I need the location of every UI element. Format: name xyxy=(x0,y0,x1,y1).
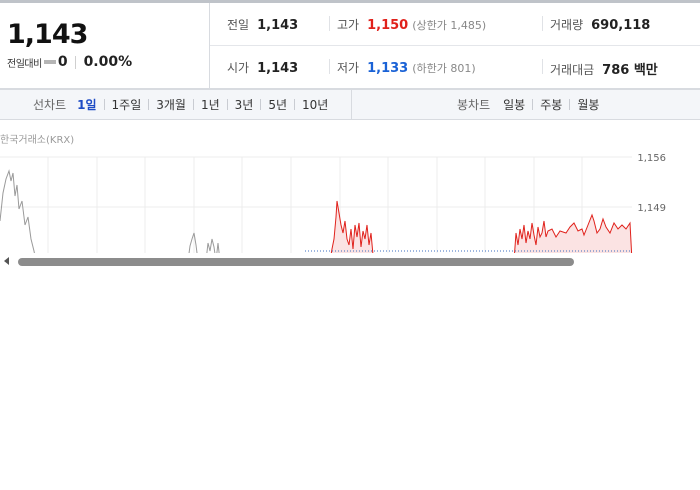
prev-close-value: 1,143 xyxy=(257,18,299,33)
scroll-thumb[interactable] xyxy=(18,258,574,266)
open-value: 1,143 xyxy=(257,61,299,76)
period-1-day[interactable]: 1일 xyxy=(77,96,96,113)
low-cell: 저가 1,133 (하한가 801) xyxy=(337,59,476,76)
candle-daily[interactable]: 일봉 xyxy=(503,96,525,113)
high-value: 1,150 xyxy=(367,18,409,33)
period-10-years[interactable]: 10년 xyxy=(302,96,328,113)
volume-value: 690,118 xyxy=(591,18,651,33)
current-price-panel: 1,143 전일대비 0 0.00% xyxy=(0,3,210,89)
y-tick-label: 1,156 xyxy=(637,153,666,164)
divider xyxy=(532,99,534,110)
line-chart-label: 선차트 xyxy=(33,98,67,112)
low-value: 1,133 xyxy=(367,61,409,76)
divider xyxy=(226,99,228,110)
stats-row-1: 전일 1,143 고가 1,150 (상한가 1,485) 거래량 690,11… xyxy=(210,3,700,46)
volume-label: 거래량 xyxy=(550,18,584,32)
y-tick-label: 1,149 xyxy=(637,203,666,214)
current-price: 1,143 xyxy=(7,19,88,50)
chart-series xyxy=(0,169,633,261)
change-row: 전일대비 0 0.00% xyxy=(7,54,132,70)
candle-weekly[interactable]: 주봉 xyxy=(540,96,562,113)
divider xyxy=(569,99,571,110)
chart-canvas: 1,1561,1491,143 xyxy=(0,153,666,261)
candle-chart-label: 봉차트 xyxy=(457,98,491,112)
low-label: 저가 xyxy=(337,61,360,75)
change-rate: 0.00% xyxy=(83,54,133,70)
price-stats: 전일 1,143 고가 1,150 (상한가 1,485) 거래량 690,11… xyxy=(210,3,700,89)
toolbar-divider xyxy=(351,90,352,119)
change-label: 전일대비 xyxy=(7,58,42,70)
column-divider xyxy=(329,16,330,31)
line-chart-periods: 선차트 1일 1주일 3개월 1년 3년 5년 10년 xyxy=(33,90,328,119)
period-5-years[interactable]: 5년 xyxy=(268,96,287,113)
chart-toolbar: 선차트 1일 1주일 3개월 1년 3년 5년 10년 봉차트 일봉 주봉 월봉 xyxy=(0,89,700,120)
prev-close-label: 전일 xyxy=(227,18,250,32)
scroll-left-arrow-icon[interactable] xyxy=(4,257,9,265)
chart-source: 한국거래소(KRX) xyxy=(0,135,75,146)
candle-chart-periods: 봉차트 일봉 주봉 월봉 xyxy=(457,90,599,119)
price-line-neutral xyxy=(0,169,37,261)
divider xyxy=(103,99,105,110)
column-divider xyxy=(329,59,330,74)
amount-cell: 거래대금 786 백만 xyxy=(550,59,658,78)
volume-cell: 거래량 690,118 xyxy=(550,16,650,33)
divider xyxy=(74,55,76,69)
price-chart[interactable]: 1,1561,1491,143 한국거래소(KRX) xyxy=(0,121,700,261)
high-cell: 고가 1,150 (상한가 1,485) xyxy=(337,16,486,33)
amount-label: 거래대금 xyxy=(550,63,595,77)
price-summary: 1,143 전일대비 0 0.00% 전일 1,143 고가 1,150 (상한… xyxy=(0,3,700,89)
period-3-months[interactable]: 3개월 xyxy=(156,96,186,113)
stats-row-2: 시가 1,143 저가 1,133 (하한가 801) 거래대금 786 백만 xyxy=(210,46,700,89)
change-value: 0 xyxy=(57,54,68,70)
period-1-year[interactable]: 1년 xyxy=(201,96,220,113)
divider xyxy=(294,99,296,110)
open-label: 시가 xyxy=(227,61,250,75)
column-divider xyxy=(542,16,543,31)
open-cell: 시가 1,143 xyxy=(227,59,298,76)
lower-limit: (하한가 801) xyxy=(412,62,476,75)
period-3-years[interactable]: 3년 xyxy=(235,96,254,113)
divider xyxy=(148,99,150,110)
column-divider xyxy=(542,59,543,74)
divider xyxy=(192,99,194,110)
amount-value: 786 백만 xyxy=(602,63,658,78)
y-axis-ticks: 1,1561,1491,143 xyxy=(637,153,666,261)
chart-scrollbar[interactable] xyxy=(0,253,700,269)
high-label: 고가 xyxy=(337,18,360,32)
prev-close-cell: 전일 1,143 xyxy=(227,16,298,33)
divider xyxy=(260,99,262,110)
period-1-week[interactable]: 1주일 xyxy=(112,96,142,113)
upper-limit: (상한가 1,485) xyxy=(412,19,487,32)
candle-monthly[interactable]: 월봉 xyxy=(577,96,599,113)
flat-change-icon xyxy=(43,60,56,64)
